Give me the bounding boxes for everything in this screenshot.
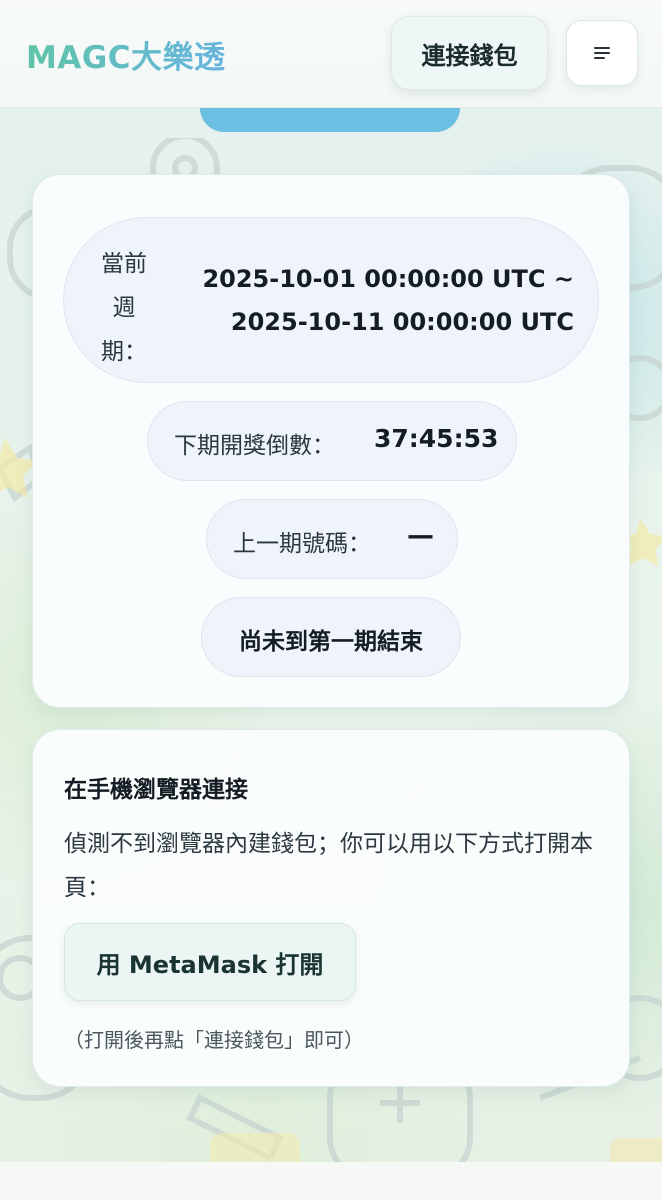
mobile-connect-description: 偵測不到瀏覽器內建錢包；你可以用以下方式打開本頁： xyxy=(64,831,593,901)
countdown-value: 37:45:53 xyxy=(374,424,499,453)
current-period-pill: 當前 週 期： 2025-10-01 00:00:00 UTC ~ 2025-1… xyxy=(63,217,599,383)
countdown-label: 下期開獎倒數： xyxy=(174,433,335,459)
last-numbers-value: — xyxy=(407,520,434,551)
countdown-pill: 下期開獎倒數： 37:45:53 xyxy=(147,401,517,481)
bottom-bar xyxy=(0,1162,662,1200)
connect-wallet-button[interactable]: 連接錢包 xyxy=(391,16,548,90)
menu-button[interactable] xyxy=(566,20,638,86)
status-text: 尚未到第一期結束 xyxy=(239,629,423,655)
open-in-metamask-button[interactable]: 用 MetaMask 打開 xyxy=(64,923,356,1001)
current-period-range: 2025-10-01 00:00:00 UTC ~ 2025-10-11 00:… xyxy=(184,258,574,344)
current-period-label-line-1: 當前 xyxy=(101,251,147,277)
mobile-connect-hint: （打開後再點「連接錢包」即可） xyxy=(64,1028,364,1052)
mobile-connect-title: 在手機瀏覽器連接 xyxy=(64,777,248,803)
current-period-end: 2025-10-11 00:00:00 UTC xyxy=(230,308,574,336)
decorative-blob xyxy=(200,108,460,132)
current-period-start: 2025-10-01 00:00:00 UTC ~ xyxy=(202,265,574,293)
current-period-label: 當前 週 期： xyxy=(100,242,148,374)
current-period-label-line-2: 週 xyxy=(112,295,136,321)
site-logo[interactable]: MAGC大樂透 xyxy=(26,32,226,77)
current-period-label-line-3: 期： xyxy=(101,339,147,365)
lottery-status-card: 當前 週 期： 2025-10-01 00:00:00 UTC ~ 2025-1… xyxy=(32,174,630,708)
mobile-connect-card: 在手機瀏覽器連接 偵測不到瀏覽器內建錢包；你可以用以下方式打開本頁： 用 Met… xyxy=(32,729,630,1087)
last-numbers-label: 上一期號碼： xyxy=(233,531,371,557)
top-navbar: MAGC大樂透 連接錢包 xyxy=(0,0,662,108)
status-badge: 尚未到第一期結束 xyxy=(201,597,461,677)
last-numbers-pill: 上一期號碼： — xyxy=(206,499,458,579)
hamburger-menu-icon xyxy=(594,47,610,59)
